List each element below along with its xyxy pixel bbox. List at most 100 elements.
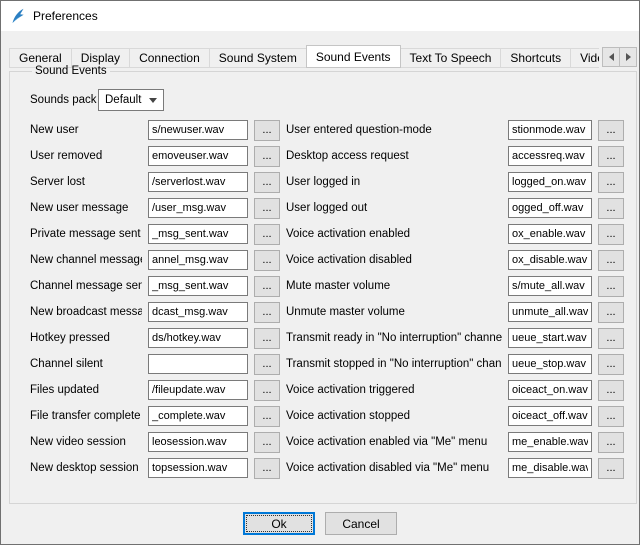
cancel-button[interactable]: Cancel xyxy=(325,512,397,535)
sound-file-input[interactable] xyxy=(148,198,248,218)
sound-file-input[interactable] xyxy=(508,380,592,400)
browse-button[interactable]: ... xyxy=(254,354,280,375)
sound-file-input[interactable] xyxy=(148,328,248,348)
sound-events-rows: New user ... User entered question-mode … xyxy=(30,117,624,481)
sound-file-input[interactable] xyxy=(508,198,592,218)
sound-file-input[interactable] xyxy=(148,354,248,374)
sound-file-input[interactable] xyxy=(148,458,248,478)
preferences-dialog: Preferences General Display Connection S… xyxy=(0,0,640,545)
sound-event-label: Voice activation stopped xyxy=(286,410,502,422)
browse-button[interactable]: ... xyxy=(598,146,624,167)
browse-button[interactable]: ... xyxy=(598,354,624,375)
sound-event-row: Files updated ... Voice activation trigg… xyxy=(30,377,624,403)
sound-file-input[interactable] xyxy=(148,406,248,426)
sound-event-label: Unmute master volume xyxy=(286,306,502,318)
sound-event-label: Mute master volume xyxy=(286,280,502,292)
sound-file-input[interactable] xyxy=(148,432,248,452)
browse-button[interactable]: ... xyxy=(254,146,280,167)
browse-button[interactable]: ... xyxy=(598,406,624,427)
sound-event-row: New user ... User entered question-mode … xyxy=(30,117,624,143)
sound-file-input[interactable] xyxy=(508,406,592,426)
sound-file-input[interactable] xyxy=(508,432,592,452)
ok-button[interactable]: Ok xyxy=(243,512,315,535)
sound-event-label: Voice activation triggered xyxy=(286,384,502,396)
browse-button[interactable]: ... xyxy=(598,328,624,349)
sound-file-input[interactable] xyxy=(508,172,592,192)
sound-event-label: Hotkey pressed xyxy=(30,332,142,344)
sound-event-row: Channel message sent ... Mute master vol… xyxy=(30,273,624,299)
arrow-left-icon xyxy=(609,53,614,61)
sound-file-input[interactable] xyxy=(148,172,248,192)
browse-button[interactable]: ... xyxy=(254,432,280,453)
browse-button[interactable]: ... xyxy=(598,172,624,193)
browse-button[interactable]: ... xyxy=(254,120,280,141)
browse-button[interactable]: ... xyxy=(598,458,624,479)
sound-file-input[interactable] xyxy=(148,302,248,322)
sound-event-label: User entered question-mode xyxy=(286,124,502,136)
sound-file-input[interactable] xyxy=(148,250,248,270)
sound-event-label: New user message xyxy=(30,202,142,214)
app-icon xyxy=(10,8,26,24)
browse-button[interactable]: ... xyxy=(598,302,624,323)
tab-sound-events[interactable]: Sound Events xyxy=(306,45,401,68)
sound-event-label: Files updated xyxy=(30,384,142,396)
sound-file-input[interactable] xyxy=(508,328,592,348)
browse-button[interactable]: ... xyxy=(254,198,280,219)
browse-button[interactable]: ... xyxy=(254,224,280,245)
browse-button[interactable]: ... xyxy=(598,198,624,219)
sound-event-label: User removed xyxy=(30,150,142,162)
browse-button[interactable]: ... xyxy=(254,302,280,323)
browse-button[interactable]: ... xyxy=(254,172,280,193)
browse-button[interactable]: ... xyxy=(598,432,624,453)
sound-file-input[interactable] xyxy=(148,146,248,166)
browse-button[interactable]: ... xyxy=(254,250,280,271)
sound-event-label: Transmit stopped in "No interruption" ch… xyxy=(286,358,502,370)
sound-event-label: New user xyxy=(30,124,142,136)
sound-file-input[interactable] xyxy=(148,276,248,296)
tab-scroll-right-button[interactable] xyxy=(619,47,637,67)
sound-event-row: Channel silent ... Transmit stopped in "… xyxy=(30,351,624,377)
tab-scrollers xyxy=(603,47,637,67)
sound-file-input[interactable] xyxy=(148,380,248,400)
arrow-right-icon xyxy=(626,53,631,61)
sound-event-label: New desktop session xyxy=(30,462,142,474)
sound-event-row: New user message ... User logged out ... xyxy=(30,195,624,221)
sound-file-input[interactable] xyxy=(508,120,592,140)
sound-event-label: Private message sent xyxy=(30,228,142,240)
sound-event-label: Voice activation disabled via "Me" menu xyxy=(286,462,502,474)
browse-button[interactable]: ... xyxy=(598,224,624,245)
sound-file-input[interactable] xyxy=(148,120,248,140)
browse-button[interactable]: ... xyxy=(254,458,280,479)
groupbox-title: Sound Events xyxy=(32,65,110,77)
sound-file-input[interactable] xyxy=(508,250,592,270)
sounds-pack-value: Default xyxy=(105,94,145,106)
sound-file-input[interactable] xyxy=(508,302,592,322)
browse-button[interactable]: ... xyxy=(254,406,280,427)
sound-event-label: Voice activation disabled xyxy=(286,254,502,266)
browse-button[interactable]: ... xyxy=(254,328,280,349)
browse-button[interactable]: ... xyxy=(254,276,280,297)
tab-scroll-left-button[interactable] xyxy=(602,47,620,67)
sound-file-input[interactable] xyxy=(508,458,592,478)
sound-file-input[interactable] xyxy=(148,224,248,244)
sound-file-input[interactable] xyxy=(508,354,592,374)
sound-event-row: Private message sent ... Voice activatio… xyxy=(30,221,624,247)
browse-button[interactable]: ... xyxy=(598,276,624,297)
sound-event-label: Voice activation enabled via "Me" menu xyxy=(286,436,502,448)
sound-event-label: New broadcast message xyxy=(30,306,142,318)
sound-file-input[interactable] xyxy=(508,276,592,296)
sounds-pack-select[interactable]: Default xyxy=(98,89,164,111)
sound-file-input[interactable] xyxy=(508,146,592,166)
browse-button[interactable]: ... xyxy=(254,380,280,401)
sound-event-row: File transfer complete ... Voice activat… xyxy=(30,403,624,429)
sound-file-input[interactable] xyxy=(508,224,592,244)
browse-button[interactable]: ... xyxy=(598,250,624,271)
browse-button[interactable]: ... xyxy=(598,380,624,401)
sound-event-row: New broadcast message ... Unmute master … xyxy=(30,299,624,325)
chevron-down-icon xyxy=(149,98,157,103)
sound-event-row: Server lost ... User logged in ... xyxy=(30,169,624,195)
sound-event-label: Transmit ready in "No interruption" chan… xyxy=(286,332,502,344)
sound-event-label: User logged in xyxy=(286,176,502,188)
browse-button[interactable]: ... xyxy=(598,120,624,141)
sound-event-row: Hotkey pressed ... Transmit ready in "No… xyxy=(30,325,624,351)
